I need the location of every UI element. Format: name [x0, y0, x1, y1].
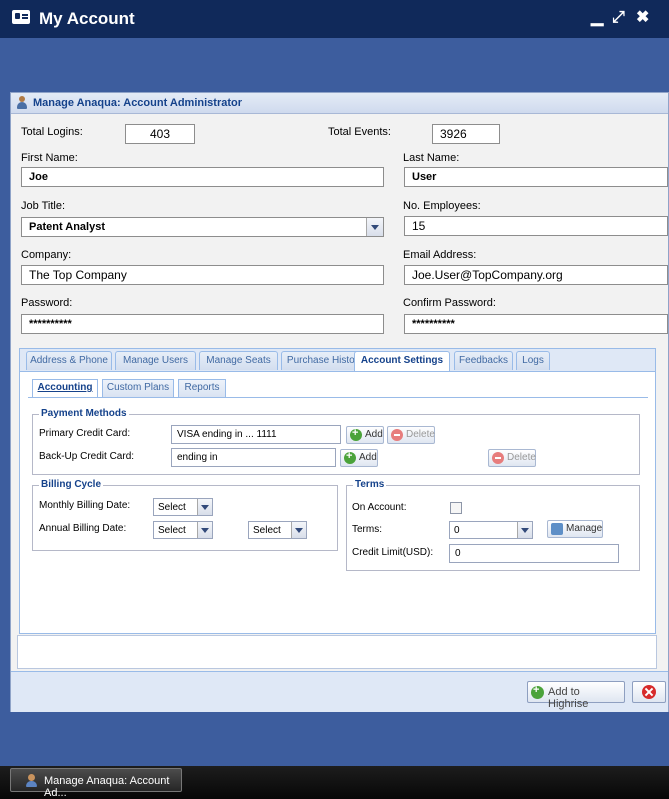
terms-legend: Terms	[353, 479, 387, 490]
chevron-down-icon[interactable]	[517, 522, 532, 538]
payment-methods-legend: Payment Methods	[39, 408, 129, 419]
employees-label: No. Employees:	[403, 200, 481, 212]
panel-title: Manage Anaqua: Account Administrator	[33, 97, 243, 109]
company-field[interactable]: The Top Company	[21, 265, 384, 285]
monthly-billing-select[interactable]: Select	[153, 498, 213, 516]
user-icon	[16, 96, 28, 109]
first-name-field[interactable]: Joe	[21, 167, 384, 187]
close-icon	[642, 685, 656, 699]
annual-billing-label: Annual Billing Date:	[39, 523, 127, 534]
tab-manage-seats[interactable]: Manage Seats	[199, 351, 278, 370]
last-name-label: Last Name:	[403, 152, 460, 164]
window-title: My Account	[39, 9, 135, 28]
job-title-select[interactable]: Patent Analyst	[21, 217, 384, 237]
desktop-band	[0, 38, 669, 92]
chevron-down-icon[interactable]	[366, 218, 383, 236]
add-primary-card-button[interactable]: Add	[346, 426, 384, 444]
billing-cycle-fieldset: Billing Cycle Monthly Billing Date: Sele…	[32, 479, 338, 551]
manage-icon	[551, 523, 563, 535]
on-account-checkbox[interactable]	[450, 502, 462, 514]
annual-billing-month-select[interactable]: Select	[153, 521, 213, 539]
window-titlebar: My Account ▁ ⤢ ✖	[0, 0, 669, 38]
id-card-icon	[12, 10, 30, 24]
add-to-highrise-button[interactable]: Add to Highrise	[527, 681, 625, 710]
settings-tab-panel: Address & Phone Manage Users Manage Seat…	[19, 348, 656, 634]
employees-field[interactable]: 15	[404, 216, 668, 236]
terms-label: Terms:	[352, 524, 382, 535]
billing-cycle-legend: Billing Cycle	[39, 479, 104, 490]
first-name-label: First Name:	[21, 152, 78, 164]
add-icon	[531, 684, 544, 699]
backup-card-label: Back-Up Credit Card:	[39, 451, 135, 462]
chevron-down-icon[interactable]	[291, 522, 306, 538]
backup-card-field[interactable]: ending in	[171, 448, 336, 467]
credit-limit-field[interactable]: 0	[449, 544, 619, 563]
tab-account-settings[interactable]: Account Settings	[354, 351, 450, 371]
primary-card-label: Primary Credit Card:	[39, 428, 131, 439]
notes-area	[17, 635, 657, 669]
user-icon	[25, 774, 38, 787]
taskbar: Manage Anaqua: Account Ad...	[0, 766, 669, 799]
manage-terms-button[interactable]: Manage	[547, 520, 603, 538]
add-icon	[344, 450, 356, 464]
total-logins-label: Total Logins:	[21, 126, 83, 138]
job-title-value: Patent Analyst	[29, 221, 106, 233]
subtab-reports[interactable]: Reports	[178, 379, 226, 397]
subtab-custom-plans[interactable]: Custom Plans	[102, 379, 174, 397]
total-logins-field: 403	[125, 124, 195, 144]
delete-icon	[391, 429, 403, 441]
minimize-icon[interactable]: ▁	[591, 8, 603, 28]
tab-address-phone[interactable]: Address & Phone	[26, 351, 112, 370]
tab-feedbacks[interactable]: Feedbacks	[454, 351, 513, 370]
subtab-accounting[interactable]: Accounting	[32, 379, 98, 397]
maximize-icon[interactable]: ⤢	[612, 8, 625, 28]
add-icon	[350, 427, 362, 441]
delete-backup-card-button[interactable]: Delete	[488, 449, 536, 467]
close-icon[interactable]: ✖	[636, 8, 649, 28]
monthly-billing-label: Monthly Billing Date:	[39, 500, 131, 511]
company-label: Company:	[21, 249, 72, 261]
total-events-label: Total Events:	[328, 126, 391, 138]
primary-card-field[interactable]: VISA ending in ... 1111	[171, 425, 341, 444]
tab-logs[interactable]: Logs	[516, 351, 550, 370]
job-title-label: Job Title:	[21, 200, 66, 212]
subtab-strip: Accounting Custom Plans Reports	[28, 377, 648, 398]
terms-fieldset: Terms On Account: Terms: 0 Manage Credit…	[346, 479, 640, 571]
email-label: Email Address:	[403, 249, 477, 261]
add-backup-card-button[interactable]: Add	[340, 449, 378, 467]
email-field[interactable]: Joe.User@TopCompany.org	[404, 265, 668, 285]
delete-primary-card-button[interactable]: Delete	[387, 426, 435, 444]
panel-header: Manage Anaqua: Account Administrator	[11, 93, 668, 114]
tab-manage-users[interactable]: Manage Users	[115, 351, 196, 370]
on-account-label: On Account:	[352, 502, 407, 513]
annual-billing-day-select[interactable]: Select	[248, 521, 307, 539]
chevron-down-icon[interactable]	[197, 499, 212, 515]
taskbar-item-account-admin[interactable]: Manage Anaqua: Account Ad...	[10, 768, 182, 799]
confirm-password-field[interactable]: **********	[404, 314, 668, 334]
total-events-field: 3926	[432, 124, 500, 144]
password-label: Password:	[21, 297, 73, 309]
terms-select[interactable]: 0	[449, 521, 533, 539]
panel-footer: Add to Highrise	[11, 671, 668, 712]
payment-methods-fieldset: Payment Methods Primary Credit Card: VIS…	[32, 408, 640, 475]
chevron-down-icon[interactable]	[197, 522, 212, 538]
confirm-password-label: Confirm Password:	[403, 297, 496, 309]
delete-icon	[492, 452, 504, 464]
close-panel-button[interactable]	[632, 681, 666, 703]
password-field[interactable]: **********	[21, 314, 384, 334]
tab-strip: Address & Phone Manage Users Manage Seat…	[20, 349, 655, 372]
account-admin-panel: Manage Anaqua: Account Administrator Tot…	[10, 92, 669, 712]
last-name-field[interactable]: User	[404, 167, 668, 187]
credit-limit-label: Credit Limit(USD):	[352, 547, 434, 558]
